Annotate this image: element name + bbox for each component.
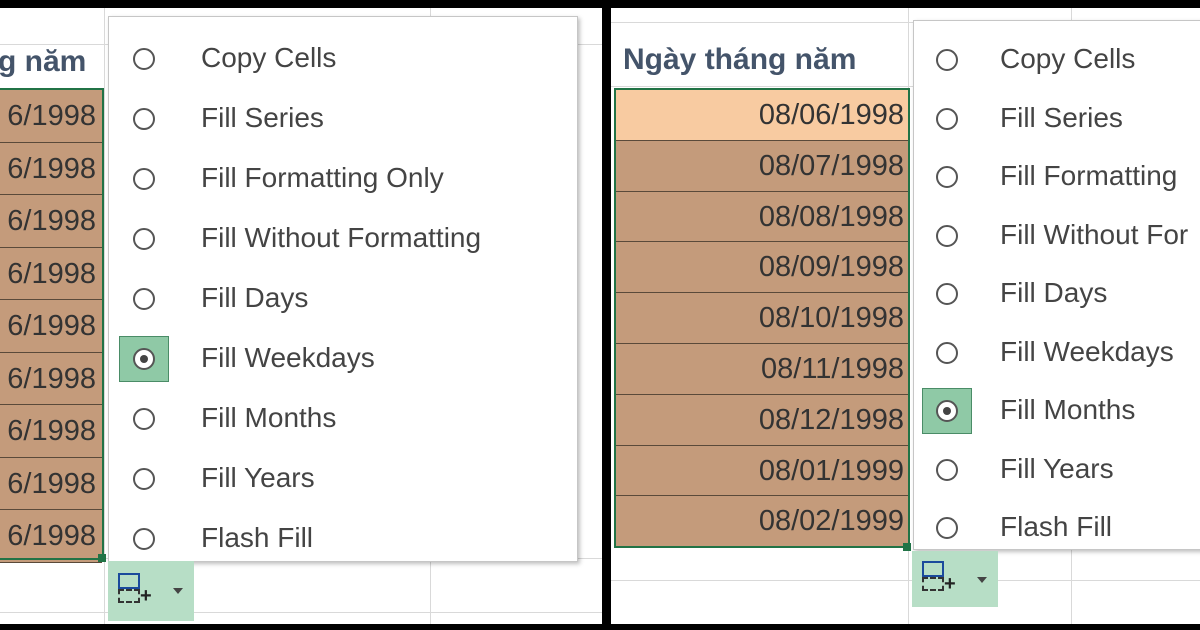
menu-item[interactable]: Fill Years (109, 451, 577, 511)
column-header-cell[interactable]: Ngày tháng năm (623, 38, 856, 82)
menu-item[interactable]: Fill Weekdays (109, 331, 577, 391)
menu-item[interactable]: Fill Months (914, 383, 1200, 442)
gridline (611, 580, 1200, 581)
menu-item[interactable]: Fill Series (914, 91, 1200, 150)
menu-item-label: Fill Formatting Only (201, 162, 444, 193)
column-header-cell[interactable]: g năm (0, 40, 86, 84)
caret-down-icon (977, 577, 987, 583)
radio-unchecked-icon[interactable] (133, 408, 155, 430)
menu-item-label: Fill Series (1000, 101, 1123, 133)
radio-unchecked-icon[interactable] (133, 288, 155, 310)
menu-item-label: Copy Cells (201, 42, 337, 73)
left-panel: g năm 6/1998 6/1998 6/1998 6/1998 6/1998 6/19… (0, 8, 602, 624)
caret-down-icon (173, 588, 183, 594)
menu-item-label: Copy Cells (1000, 43, 1136, 74)
radio-unchecked-icon[interactable] (133, 48, 155, 70)
menu-item[interactable]: Fill Days (109, 271, 577, 331)
fill-handle[interactable] (903, 543, 911, 551)
menu-item-label: Fill Without Formatting (201, 222, 482, 253)
menu-item[interactable]: Fill Years (914, 442, 1200, 501)
radio-unchecked-icon[interactable] (133, 108, 155, 130)
menu-item-label: Flash Fill (201, 522, 314, 553)
menu-item-label: Flash Fill (1000, 511, 1113, 542)
radio-checked-icon[interactable] (936, 400, 958, 422)
radio-unchecked-icon[interactable] (936, 224, 958, 247)
auto-fill-options-menu: Copy Cells Fill Series Fill Formatting Fill… (913, 20, 1200, 550)
menu-item-label: Fill Without For (1000, 218, 1189, 250)
radio-unchecked-icon[interactable] (936, 107, 958, 130)
menu-item-label: Fill Months (201, 402, 337, 433)
menu-item[interactable]: Fill Months (109, 391, 577, 451)
menu-item[interactable]: Flash Fill (914, 500, 1200, 559)
radio-unchecked-icon[interactable] (936, 166, 958, 188)
menu-item-label: Fill Years (201, 462, 315, 493)
menu-item[interactable]: Fill Weekdays (914, 325, 1200, 384)
selection-border (614, 88, 910, 548)
auto-fill-options-button[interactable]: + (108, 561, 194, 621)
radio-unchecked-icon[interactable] (936, 458, 958, 481)
radio-unchecked-icon[interactable] (133, 468, 155, 490)
menu-item[interactable]: Copy Cells (109, 31, 577, 91)
menu-item[interactable]: Fill Formatting Only (109, 151, 577, 211)
radio-unchecked-icon[interactable] (133, 228, 155, 250)
gridline (104, 8, 105, 624)
menu-item-label: Fill Weekdays (201, 342, 375, 373)
radio-unchecked-icon[interactable] (936, 517, 958, 539)
gridline (0, 612, 602, 613)
menu-item[interactable]: Fill Formatting (914, 149, 1200, 208)
menu-item[interactable]: Fill Without For (914, 208, 1200, 267)
menu-item[interactable]: Fill Series (109, 91, 577, 151)
radio-unchecked-icon[interactable] (936, 283, 958, 305)
menu-item-label: Fill Weekdays (1000, 335, 1174, 367)
menu-item-label: Fill Days (1000, 277, 1108, 308)
menu-item-label: Fill Years (1000, 452, 1114, 484)
radio-unchecked-icon[interactable] (133, 528, 155, 550)
auto-fill-options-button[interactable]: + (912, 551, 998, 607)
radio-unchecked-icon[interactable] (133, 168, 155, 190)
fill-handle[interactable] (98, 554, 106, 562)
auto-fill-options-icon: + (922, 561, 962, 595)
menu-item-label: Fill Series (201, 102, 324, 133)
radio-unchecked-icon[interactable] (936, 49, 958, 71)
auto-fill-options-icon: + (118, 573, 158, 607)
menu-item-label: Fill Formatting (1000, 160, 1178, 191)
menu-item-label: Fill Months (1000, 394, 1136, 425)
menu-item-label: Fill Days (201, 282, 309, 313)
selection-border (0, 88, 104, 560)
menu-item[interactable]: Fill Without Formatting (109, 211, 577, 271)
menu-item[interactable]: Copy Cells (914, 32, 1200, 91)
radio-checked-icon[interactable] (133, 348, 155, 370)
radio-unchecked-icon[interactable] (936, 341, 958, 364)
auto-fill-options-menu: Copy Cells Fill Series Fill Formatting Onl… (108, 16, 578, 562)
menu-item[interactable]: Fill Days (914, 266, 1200, 325)
right-panel: Ngày tháng năm 08/06/1998 08/07/1998 08/08… (611, 8, 1200, 624)
